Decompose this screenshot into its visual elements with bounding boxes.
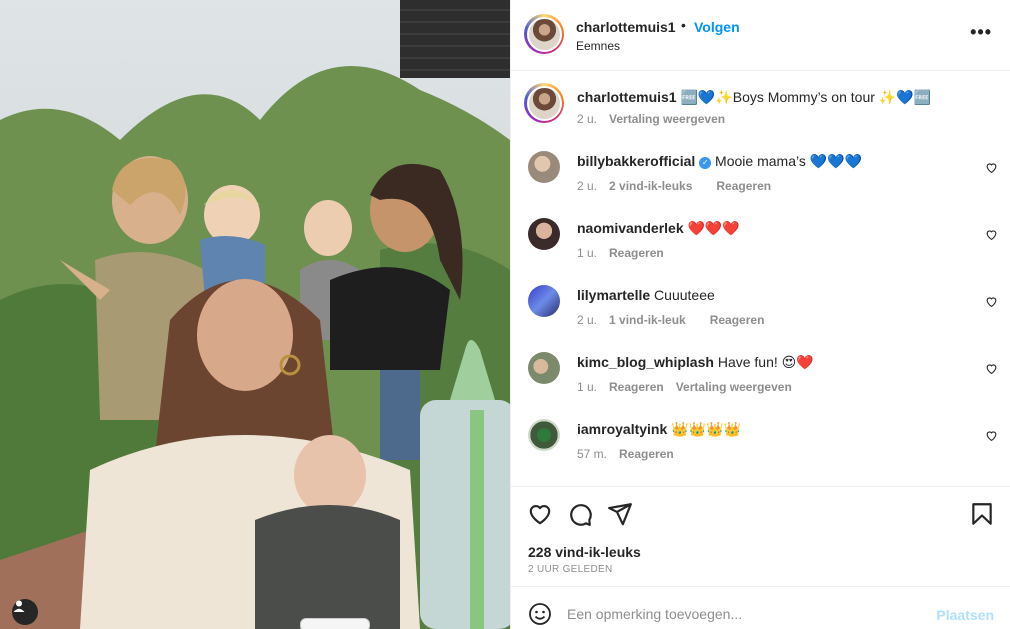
comment-item: billybakkerofficial ✓ Mooie mama’s 💙💙💙 2…: [511, 147, 1010, 197]
commenter-avatar[interactable]: [528, 218, 560, 250]
commenter-username[interactable]: iamroyaltyink: [577, 421, 667, 437]
caption-avatar[interactable]: [524, 83, 564, 123]
comment-meta: 57 m. Reageren: [577, 447, 674, 461]
reply-button[interactable]: Reageren: [609, 380, 664, 394]
caption-text: 🆓💙✨Boys Mommy’s on tour ✨💙🆓: [676, 89, 932, 105]
like-count[interactable]: 228 vind-ik-leuks: [528, 544, 641, 560]
author-username[interactable]: charlottemuis1: [576, 19, 676, 35]
comment-meta: 1 u. Reageren: [577, 246, 664, 260]
like-comment-heart-icon[interactable]: [985, 161, 998, 174]
comment-text-line: billybakkerofficial ✓ Mooie mama’s 💙💙💙: [577, 152, 862, 170]
emoji-icon[interactable]: [528, 602, 552, 626]
like-comment-heart-icon[interactable]: [985, 362, 998, 375]
comment-text: Cuuuteee: [650, 287, 715, 303]
verified-icon: ✓: [699, 157, 712, 169]
separator-dot: •: [681, 17, 686, 33]
comment-text-line: lilymartelle Cuuuteee: [577, 286, 715, 304]
add-comment-bar: Plaatsen: [511, 586, 1010, 629]
caption-username[interactable]: charlottemuis1: [577, 89, 677, 105]
comment-likes[interactable]: 1 vind-ik-leuk: [609, 313, 686, 327]
post-header: charlottemuis1 • Volgen Eemnes •••: [511, 0, 1010, 71]
post-location[interactable]: Eemnes: [576, 39, 620, 53]
translate-link[interactable]: Vertaling weergeven: [676, 380, 792, 394]
commenter-username[interactable]: billybakkerofficial: [577, 153, 695, 169]
heart-icon[interactable]: [527, 501, 553, 527]
comment-text-line: kimc_blog_whiplash Have fun! 😍❤️: [577, 353, 814, 371]
post-comment-button[interactable]: Plaatsen: [936, 607, 994, 623]
comment-text: Have fun! 😍❤️: [713, 354, 814, 370]
caption-time[interactable]: 2 u.: [577, 112, 597, 126]
comment-time[interactable]: 2 u.: [577, 179, 597, 193]
comment-time[interactable]: 2 u.: [577, 313, 597, 327]
comment-meta: 2 u. 1 vind-ik-leuk Reageren: [577, 313, 764, 327]
like-comment-heart-icon[interactable]: [985, 429, 998, 442]
follow-button[interactable]: Volgen: [694, 19, 740, 35]
comment-time[interactable]: 57 m.: [577, 447, 607, 461]
comment-item: kimc_blog_whiplash Have fun! 😍❤️ 1 u. Rea…: [511, 348, 1010, 398]
author-avatar[interactable]: [524, 14, 564, 54]
comment-text: ❤️❤️❤️: [683, 220, 740, 236]
reply-button[interactable]: Reageren: [619, 447, 674, 461]
photo-illustration: [0, 0, 510, 629]
reply-button[interactable]: Reageren: [710, 313, 765, 327]
share-icon[interactable]: [607, 501, 633, 527]
caption-meta: 2 u. Vertaling weergeven: [577, 112, 725, 126]
translate-link[interactable]: Vertaling weergeven: [609, 112, 725, 126]
commenter-avatar[interactable]: [528, 352, 560, 384]
commenter-avatar[interactable]: [528, 285, 560, 317]
post-time[interactable]: 2 UUR GELEDEN: [528, 564, 612, 575]
commenter-username[interactable]: kimc_blog_whiplash: [577, 354, 714, 370]
comment-time[interactable]: 1 u.: [577, 380, 597, 394]
commenter-avatar[interactable]: [528, 419, 560, 451]
user-tag-button[interactable]: [12, 599, 38, 625]
comment-meta: 1 u. Reageren Vertaling weergeven: [577, 380, 792, 394]
post-caption: charlottemuis1 🆓💙✨Boys Mommy’s on tour ✨…: [511, 71, 1010, 133]
like-comment-heart-icon[interactable]: [985, 228, 998, 241]
caption-text-line: charlottemuis1 🆓💙✨Boys Mommy’s on tour ✨…: [577, 88, 931, 106]
comment-time[interactable]: 1 u.: [577, 246, 597, 260]
reply-button[interactable]: Reageren: [609, 246, 664, 260]
post-actions: 228 vind-ik-leuks 2 UUR GELEDEN: [511, 486, 1010, 586]
comment-meta: 2 u. 2 vind-ik-leuks Reageren: [577, 179, 771, 193]
comment-item: naomivanderlek ❤️❤️❤️ 1 u. Reageren: [511, 214, 1010, 264]
comment-icon[interactable]: [567, 501, 593, 527]
comment-text-line: iamroyaltyink 👑👑👑👑: [577, 420, 741, 438]
post-detail-panel: charlottemuis1 • Volgen Eemnes ••• charl…: [510, 0, 1010, 629]
comment-text: Mooie mama’s 💙💙💙: [711, 153, 863, 169]
commenter-avatar[interactable]: [528, 151, 560, 183]
user-tag-icon: [13, 600, 25, 612]
commenter-username[interactable]: lilymartelle: [577, 287, 650, 303]
commenter-username[interactable]: naomivanderlek: [577, 220, 684, 236]
comment-likes[interactable]: 2 vind-ik-leuks: [609, 179, 692, 193]
floating-overlay: [300, 618, 370, 629]
comment-text: 👑👑👑👑: [667, 421, 741, 437]
more-options-icon[interactable]: •••: [970, 22, 992, 43]
comment-input[interactable]: [567, 601, 927, 627]
reply-button[interactable]: Reageren: [716, 179, 771, 193]
comments-list[interactable]: charlottemuis1 🆓💙✨Boys Mommy’s on tour ✨…: [511, 71, 1010, 486]
comment-item: lilymartelle Cuuuteee 2 u. 1 vind-ik-leuk…: [511, 281, 1010, 331]
bookmark-icon[interactable]: [969, 501, 995, 527]
comment-text-line: naomivanderlek ❤️❤️❤️: [577, 219, 740, 237]
post-photo[interactable]: [0, 0, 510, 629]
like-comment-heart-icon[interactable]: [985, 295, 998, 308]
comment-item: iamroyaltyink 👑👑👑👑 57 m. Reageren: [511, 415, 1010, 465]
